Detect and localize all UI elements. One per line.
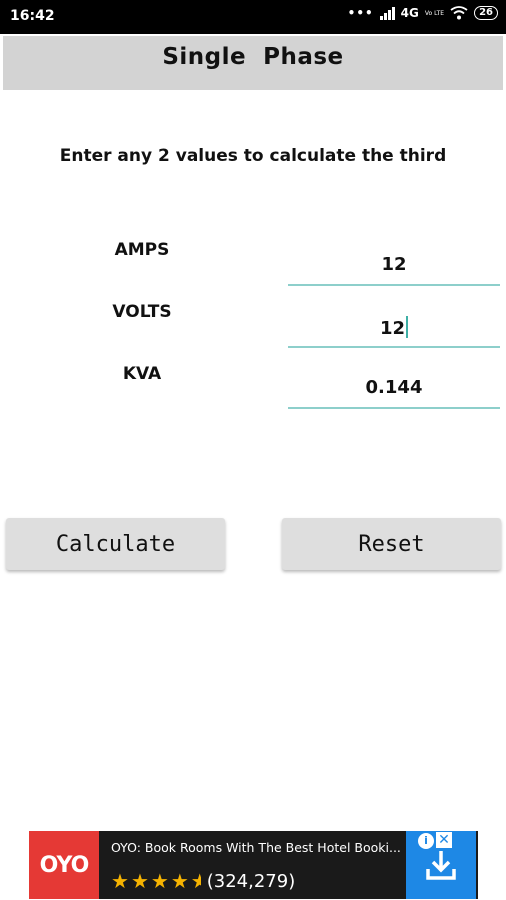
volte-indicator: Vo LTE: [424, 9, 445, 17]
star-icon: ★: [111, 869, 129, 893]
ad-info-icon[interactable]: i: [418, 833, 434, 849]
notification-dots-icon: •••: [347, 6, 374, 20]
star-icon: ★: [170, 869, 189, 893]
kva-value: 0.144: [365, 377, 423, 398]
status-time: 16:42: [10, 8, 55, 24]
amps-label: AMPS: [114, 240, 170, 260]
signal-strength-icon: [379, 6, 395, 20]
amps-input[interactable]: 12: [288, 244, 500, 286]
status-icons: ••• 4G Vo LTE 26: [348, 6, 498, 20]
ad-rating: ★ ★ ★ ★ ★ (324,279): [111, 869, 295, 893]
oyo-logo[interactable]: OYO: [29, 831, 99, 899]
amps-value: 12: [381, 254, 407, 275]
instruction-text: Enter any 2 values to calculate the thir…: [59, 146, 447, 166]
network-type: 4G: [400, 6, 419, 20]
reset-button[interactable]: Reset: [282, 518, 501, 570]
ad-close-icon[interactable]: ✕: [436, 832, 452, 848]
ad-headline[interactable]: OYO: Book Rooms With The Best Hotel Book…: [111, 840, 411, 855]
text-caret: [406, 316, 409, 338]
ad-banner[interactable]: OYO OYO: Book Rooms With The Best Hotel …: [29, 831, 478, 899]
kva-input[interactable]: 0.144: [288, 367, 500, 409]
star-icon: ★: [130, 869, 149, 893]
kva-label: KVA: [122, 364, 162, 384]
calculate-button[interactable]: Calculate: [6, 518, 225, 570]
title-bar: Single Phase: [3, 36, 503, 90]
battery-indicator: 26: [474, 6, 498, 20]
volts-label: VOLTS: [112, 302, 172, 322]
ad-review-count: (324,279): [206, 870, 296, 892]
page-title: Single Phase: [162, 44, 344, 70]
star-icon: ★: [150, 869, 169, 893]
half-star-icon: ★: [190, 869, 201, 893]
volts-value-wrap: 12: [288, 316, 500, 339]
status-bar: 16:42 ••• 4G Vo LTE 26: [0, 0, 506, 34]
volts-value: 12: [379, 318, 406, 339]
volts-input[interactable]: 12: [288, 306, 500, 348]
wifi-icon: [450, 6, 468, 20]
download-icon: [426, 851, 456, 880]
